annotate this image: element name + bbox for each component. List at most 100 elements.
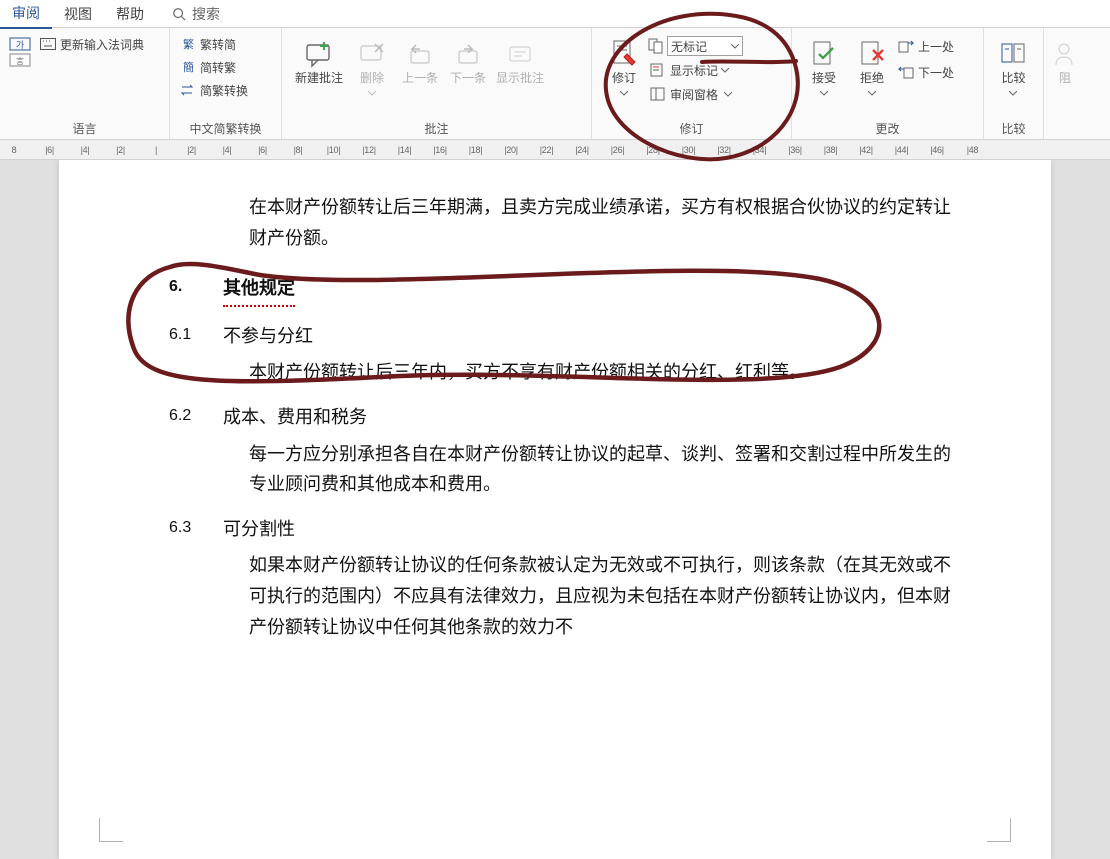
ruler-tick: |46| xyxy=(927,145,947,155)
ruler-tick: |34| xyxy=(750,145,770,155)
tab-help[interactable]: 帮助 xyxy=(104,0,156,28)
page-margin-corner xyxy=(987,818,1011,842)
ruler-tick: |6| xyxy=(40,145,60,155)
delete-comment-button[interactable]: 删除 xyxy=(348,32,396,100)
markup-display-value: 无标记 xyxy=(671,38,731,55)
next-change-button[interactable]: 下一处 xyxy=(896,62,956,82)
accept-button[interactable]: 接受 xyxy=(800,32,848,100)
prev-comment-button[interactable]: 上一条 xyxy=(396,32,444,86)
new-comment-button[interactable]: 新建批注 xyxy=(290,32,348,86)
subsection-title: 不参与分红 xyxy=(223,321,951,352)
new-comment-icon xyxy=(304,40,334,68)
to-traditional-icon: 簡 xyxy=(180,60,196,74)
compare-button[interactable]: 比较 xyxy=(992,32,1035,100)
show-comments-label: 显示批注 xyxy=(496,72,544,86)
subsection-number: 6.1 xyxy=(169,321,223,352)
paragraph: 如果本财产份额转让协议的任何条款被认定为无效或不可执行，则该条款（在其无效或不可… xyxy=(249,550,951,642)
prev-change-icon xyxy=(898,39,914,53)
language-icon: 가言 xyxy=(8,36,32,68)
reviewing-pane-label: 审阅窗格 xyxy=(670,86,718,103)
accept-label: 接受 xyxy=(812,71,836,85)
next-change-icon xyxy=(898,65,914,79)
ruler-tick: |12| xyxy=(359,145,379,155)
prev-change-label: 上一处 xyxy=(918,38,954,55)
tab-review[interactable]: 审阅 xyxy=(0,0,52,29)
section-heading: 其他规定 xyxy=(223,273,295,307)
page-margin-corner xyxy=(99,818,123,842)
chevron-down-icon xyxy=(731,44,739,49)
reviewing-pane-icon xyxy=(650,87,666,101)
ruler-tick: 8 xyxy=(4,145,24,155)
horizontal-ruler[interactable]: 8|6||4||2|||2||4||6||8||10||12||14||16||… xyxy=(0,140,1110,160)
ruler-tick: |32| xyxy=(714,145,734,155)
reviewing-pane-button[interactable]: 审阅窗格 xyxy=(648,84,743,104)
group-comments-label: 批注 xyxy=(290,116,583,137)
chevron-down-icon xyxy=(868,91,876,96)
next-comment-button[interactable]: 下一条 xyxy=(444,32,492,86)
show-markup-button[interactable]: 显示标记 xyxy=(648,60,743,80)
prev-comment-icon xyxy=(406,41,434,67)
show-comments-button[interactable]: 显示批注 xyxy=(492,32,548,86)
group-compare-label: 比较 xyxy=(992,116,1035,137)
paragraph: 在本财产份额转让后三年期满，且卖方完成业绩承诺，买方有权根据合伙协议的约定转让财… xyxy=(249,192,951,253)
ruler-tick: |18| xyxy=(466,145,486,155)
search-placeholder: 搜索 xyxy=(192,4,220,24)
convert-label: 简繁转换 xyxy=(200,82,248,99)
markup-display-select[interactable]: 无标记 xyxy=(667,36,743,56)
compare-label: 比较 xyxy=(1001,71,1025,85)
ruler-tick: |42| xyxy=(856,145,876,155)
track-changes-button[interactable]: 修订 xyxy=(600,32,648,100)
chevron-down-icon xyxy=(1009,91,1017,96)
paragraph: 每一方应分别承担各自在本财产份额转让协议的起草、谈判、签署和交割过程中所发生的专… xyxy=(249,439,951,500)
block-label: 阻 xyxy=(1059,72,1071,86)
to-trad-label: 简转繁 xyxy=(200,59,236,76)
ruler-tick: |6| xyxy=(253,145,273,155)
document-page: 在本财产份额转让后三年期满，且卖方完成业绩承诺，买方有权根据合伙协议的约定转让财… xyxy=(59,160,1051,859)
reject-button[interactable]: 拒绝 xyxy=(848,32,896,100)
search-box[interactable]: 搜索 xyxy=(172,4,220,24)
ruler-tick: |26| xyxy=(608,145,628,155)
track-changes-label: 修订 xyxy=(612,71,636,85)
section-number: 6. xyxy=(169,273,223,307)
prev-change-button[interactable]: 上一处 xyxy=(896,36,956,56)
simptrad-convert-button[interactable]: 简繁转换 xyxy=(178,80,250,100)
convert-icon xyxy=(180,83,196,97)
ruler-tick: |4| xyxy=(75,145,95,155)
ruler-tick: |36| xyxy=(785,145,805,155)
show-comments-icon xyxy=(506,41,534,67)
chevron-down-icon xyxy=(724,92,732,97)
ruler-tick: |44| xyxy=(892,145,912,155)
ruler-tick: |4| xyxy=(217,145,237,155)
new-comment-label: 新建批注 xyxy=(295,72,343,86)
ruler-tick: |20| xyxy=(501,145,521,155)
to-simplified-button[interactable]: 繁 繁转简 xyxy=(178,34,250,54)
markup-display-icon xyxy=(648,38,664,54)
svg-text:簡: 簡 xyxy=(183,60,194,74)
ruler-tick: |8| xyxy=(288,145,308,155)
paragraph: 本财产份额转让后三年内，买方不享有财产份额相关的分红、红利等。 xyxy=(249,357,951,388)
block-authors-button[interactable]: 阻 xyxy=(1052,32,1078,86)
update-ime-label: 更新输入法词典 xyxy=(60,36,144,53)
update-ime-button[interactable]: 更新输入法词典 xyxy=(38,34,146,54)
reject-label: 拒绝 xyxy=(860,71,884,85)
group-language-label: 语言 xyxy=(8,116,161,137)
block-icon xyxy=(1054,41,1076,67)
tab-view[interactable]: 视图 xyxy=(52,0,104,28)
to-simplified-icon: 繁 xyxy=(180,37,196,51)
to-traditional-button[interactable]: 簡 简转繁 xyxy=(178,57,250,77)
svg-text:言: 言 xyxy=(16,56,24,66)
next-change-label: 下一处 xyxy=(918,64,954,81)
search-icon xyxy=(172,7,186,21)
show-markup-label: 显示标记 xyxy=(670,62,718,79)
next-comment-icon xyxy=(454,41,482,67)
subsection-number: 6.3 xyxy=(169,514,223,545)
chevron-down-icon xyxy=(820,91,828,96)
accept-icon xyxy=(811,40,837,68)
ruler-tick: |28| xyxy=(643,145,663,155)
delete-comment-label: 删除 xyxy=(360,71,384,85)
ruler-tick: |48 xyxy=(963,145,983,155)
delete-comment-icon xyxy=(358,41,386,67)
to-simp-label: 繁转简 xyxy=(200,36,236,53)
ruler-tick: |10| xyxy=(324,145,344,155)
subsection-title: 成本、费用和税务 xyxy=(223,402,951,433)
